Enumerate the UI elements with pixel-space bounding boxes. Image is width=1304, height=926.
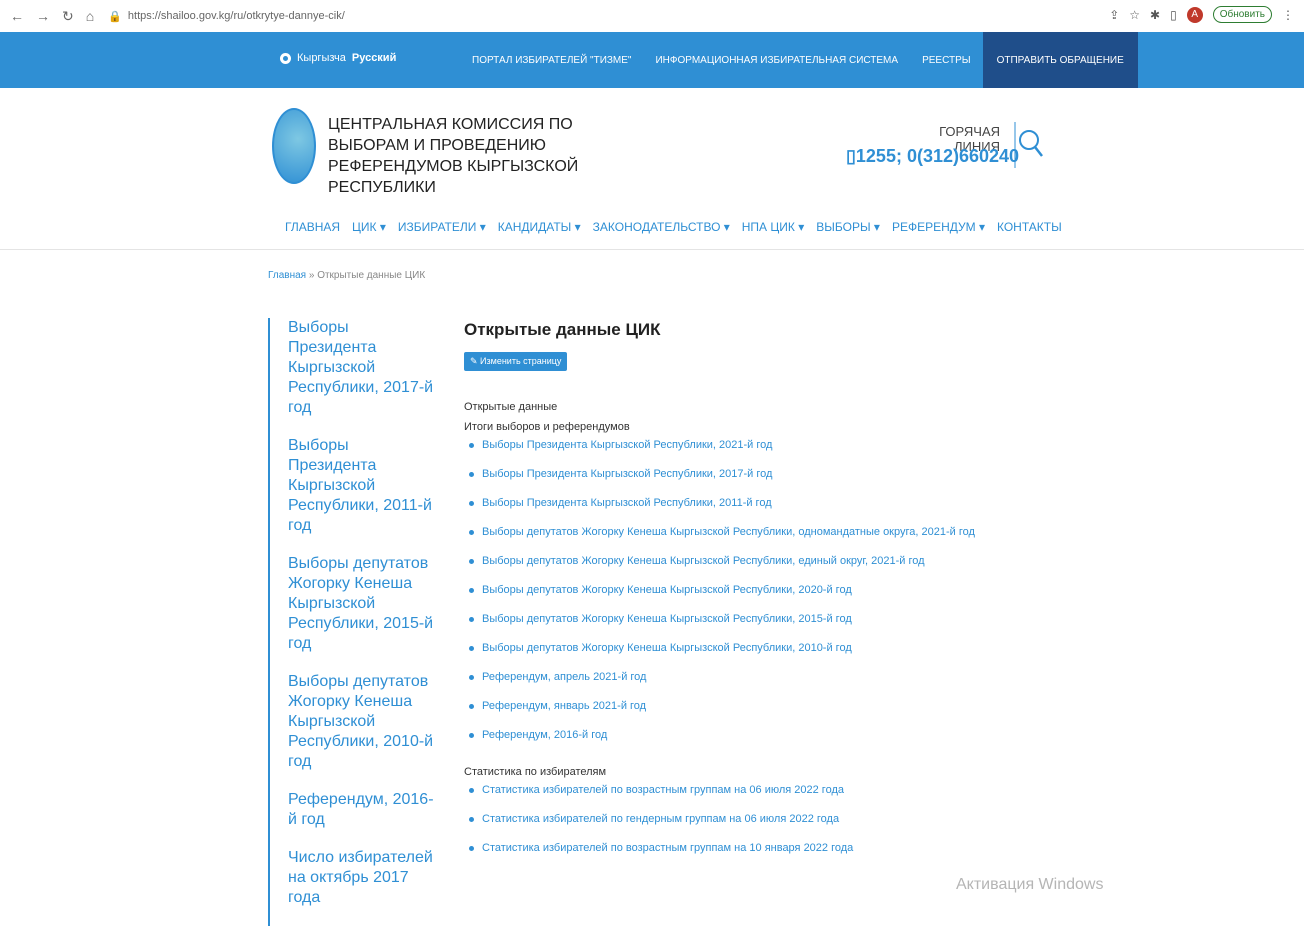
results-list: Выборы Президента Кыргызской Республики,… [464, 439, 1164, 758]
star-icon[interactable]: ☆ [1129, 8, 1140, 22]
home-icon[interactable]: ⌂ [86, 8, 94, 25]
breadcrumb-current: Открытые данные ЦИК [317, 270, 426, 281]
stats-link[interactable]: Статистика избирателей по гендерным груп… [464, 813, 1164, 842]
edit-page-button[interactable]: ✎ Изменить страницу [464, 352, 568, 371]
result-link[interactable]: Референдум, январь 2021-й год [464, 700, 1164, 729]
nav-item[interactable]: ЗАКОНОДАТЕЛЬСТВО ▾ [593, 220, 730, 234]
nav-item[interactable]: РЕФЕРЕНДУМ ▾ [892, 220, 985, 234]
lang-kg-link[interactable]: Кыргызча [297, 52, 346, 64]
stats-link[interactable]: Статистика избирателей по возрастным гру… [464, 842, 1164, 871]
breadcrumb-separator: » [306, 270, 318, 281]
profile-avatar[interactable]: A [1186, 6, 1203, 23]
edit-page-label: Изменить страницу [480, 356, 562, 366]
browser-actions: ⇪ ☆ ✱ ▯ A Обновить ⋮ [1109, 6, 1294, 23]
sidebar-item[interactable]: Число избирателей на октябрь 2017 года [288, 848, 438, 908]
eye-icon[interactable] [280, 52, 291, 64]
nav-item[interactable]: ВЫБОРЫ ▾ [816, 220, 880, 234]
main-content: Открытые данные ЦИК ✎ Изменить страницу … [464, 320, 1164, 871]
share-icon[interactable]: ⇪ [1109, 8, 1119, 22]
logo[interactable] [272, 108, 316, 184]
menu-icon[interactable]: ⋮ [1282, 8, 1294, 22]
sidebar-item[interactable]: Референдум, 2016-й год [288, 790, 438, 830]
sidebar: Выборы Президента Кыргызской Республики,… [268, 318, 438, 926]
url-text: https://shailoo.gov.kg/ru/otkrytye-danny… [127, 10, 345, 22]
hotline-number: 1255; 0(312)660240 [855, 146, 1020, 166]
extensions-icon[interactable]: ✱ [1150, 8, 1160, 22]
org-name[interactable]: ЦЕНТРАЛЬНАЯ КОМИССИЯ ПО ВЫБОРАМ И ПРОВЕД… [328, 114, 648, 198]
reload-icon[interactable]: ↻ [62, 8, 74, 25]
search-icon[interactable] [1012, 122, 1044, 168]
info-system-link[interactable]: ИНФОРМАЦИОННАЯ ИЗБИРАТЕЛЬНАЯ СИСТЕМА [643, 55, 910, 66]
main-navigation: ГЛАВНАЯ ЦИК ▾ ИЗБИРАТЕЛИ ▾ КАНДИДАТЫ ▾ ЗАКОН… [0, 208, 1304, 250]
result-link[interactable]: Референдум, 2016-й год [464, 729, 1164, 758]
sidebar-item[interactable]: Выборы Президента Кыргызской Республики,… [288, 318, 438, 418]
nav-item[interactable]: КАНДИДАТЫ ▾ [498, 220, 581, 234]
result-link[interactable]: Выборы Президента Кыргызской Республики,… [464, 468, 1164, 497]
sidebar-item[interactable]: Выборы депутатов Жогорку Кенеша Кыргызск… [288, 672, 438, 772]
nav-item[interactable]: НПА ЦИК ▾ [742, 220, 804, 234]
forward-icon[interactable]: → [36, 8, 50, 25]
stats-list: Статистика избирателей по возрастным гру… [464, 784, 1164, 871]
lock-icon: 🔒 [108, 10, 122, 23]
back-icon[interactable]: ← [10, 8, 24, 25]
address-bar[interactable]: 🔒 https://shailoo.gov.kg/ru/otkrytye-dan… [108, 10, 345, 23]
sidebar-item[interactable]: Выборы Президента Кыргызской Республики,… [288, 436, 438, 536]
breadcrumb-home[interactable]: Главная [268, 270, 306, 281]
result-link[interactable]: Выборы депутатов Жогорку Кенеша Кыргызск… [464, 526, 1164, 555]
result-link[interactable]: Выборы депутатов Жогорку Кенеша Кыргызск… [464, 642, 1164, 671]
top-bar: Кыргызча Русский ПОРТАЛ ИЗБИРАТЕЛЕЙ "ТИЗ… [0, 32, 1304, 88]
browser-nav: ← → ↻ ⌂ [10, 8, 94, 25]
sidebar-item[interactable]: Выборы депутатов Жогорку Кенеша Кыргызск… [288, 554, 438, 654]
breadcrumb: Главная » Открытые данные ЦИК [268, 270, 425, 281]
section-results: Итоги выборов и референдумов [464, 421, 630, 433]
result-link[interactable]: Выборы депутатов Жогорку Кенеша Кыргызск… [464, 613, 1164, 642]
edit-icon: ✎ [470, 356, 481, 366]
result-link[interactable]: Выборы депутатов Жогорку Кенеша Кыргызск… [464, 584, 1164, 613]
site-header: ЦЕНТРАЛЬНАЯ КОМИССИЯ ПО ВЫБОРАМ И ПРОВЕД… [0, 88, 1304, 208]
stats-link[interactable]: Статистика избирателей по возрастным гру… [464, 784, 1164, 813]
top-links: ПОРТАЛ ИЗБИРАТЕЛЕЙ "ТИЗМЕ" ИНФОРМАЦИОННА… [460, 32, 1138, 88]
page-title: Открытые данные ЦИК [464, 320, 661, 339]
section-stats: Статистика по избирателям [464, 766, 607, 778]
result-link[interactable]: Выборы депутатов Жогорку Кенеша Кыргызск… [464, 555, 1164, 584]
language-switcher: Кыргызча Русский [280, 52, 396, 64]
nav-item[interactable]: ГЛАВНАЯ [285, 220, 340, 234]
update-button[interactable]: Обновить [1212, 6, 1272, 23]
nav-item[interactable]: КОНТАКТЫ [997, 220, 1062, 234]
result-link[interactable]: Выборы Президента Кыргызской Республики,… [464, 497, 1164, 526]
registers-link[interactable]: РЕЕСТРЫ [910, 55, 983, 66]
section-open-data: Открытые данные [464, 401, 558, 413]
result-link[interactable]: Референдум, апрель 2021-й год [464, 671, 1164, 700]
windows-activation-watermark: Активация Windows [956, 876, 1104, 893]
result-link[interactable]: Выборы Президента Кыргызской Республики,… [464, 439, 1164, 468]
send-appeal-button[interactable]: ОТПРАВИТЬ ОБРАЩЕНИЕ [982, 32, 1138, 88]
nav-item[interactable]: ЦИК ▾ [352, 220, 386, 234]
main-nav-list: ГЛАВНАЯ ЦИК ▾ ИЗБИРАТЕЛИ ▾ КАНДИДАТЫ ▾ ЗАКОН… [285, 220, 1062, 234]
nav-item[interactable]: ИЗБИРАТЕЛИ ▾ [398, 220, 486, 234]
browser-toolbar: ← → ↻ ⌂ 🔒 https://shailoo.gov.kg/ru/otkr… [0, 0, 1304, 32]
hotline-phone: ▯1255; 0(312)660240 [846, 146, 1019, 167]
portal-link[interactable]: ПОРТАЛ ИЗБИРАТЕЛЕЙ "ТИЗМЕ" [460, 55, 643, 66]
lang-ru-link[interactable]: Русский [352, 52, 396, 64]
phone-icon: ▯ [846, 146, 856, 166]
sidebar-icon[interactable]: ▯ [1170, 8, 1177, 22]
